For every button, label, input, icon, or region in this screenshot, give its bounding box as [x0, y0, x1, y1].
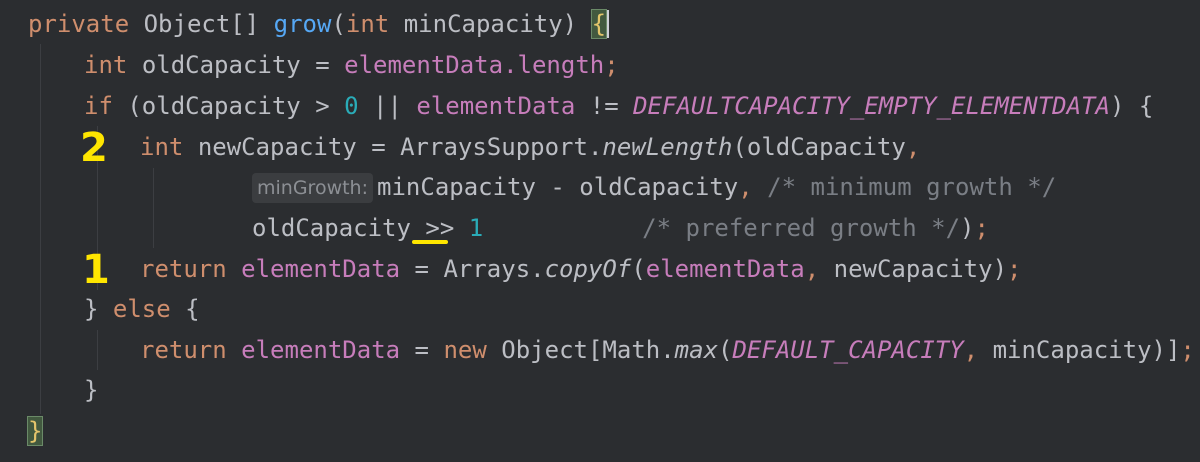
- keyword: private: [28, 10, 130, 38]
- arguments: (oldCapacity: [732, 133, 906, 161]
- keyword: return: [140, 255, 227, 283]
- code-line-1: private Object[] grow(int minCapacity) {: [28, 4, 610, 44]
- semicolon: ;: [1180, 336, 1195, 364]
- code-line-6: oldCapacity >> 1 /* preferred growth */)…: [252, 208, 989, 248]
- variable: oldCapacity: [141, 51, 301, 79]
- parameter: minCapacity: [403, 10, 563, 38]
- annotation-mark-1: 1: [82, 247, 110, 293]
- comma: ,: [738, 173, 753, 201]
- punctuation: (: [718, 336, 733, 364]
- field: elementData: [344, 51, 504, 79]
- keyword: else: [112, 295, 171, 323]
- number-literal: 0: [344, 92, 359, 120]
- punctuation: (: [631, 255, 646, 283]
- indent-guide: [40, 44, 41, 414]
- comma: ,: [804, 255, 820, 283]
- statement: newCapacity = ArraysSupport.: [197, 133, 603, 161]
- code-line-2: int oldCapacity = elementData.length;: [84, 45, 619, 85]
- semicolon: ;: [1007, 255, 1022, 283]
- closing-brace: }: [84, 295, 113, 323]
- arguments: minCapacity)]: [978, 336, 1181, 364]
- punctuation: (: [331, 10, 346, 38]
- keyword: int: [84, 51, 128, 79]
- field: elementData: [645, 255, 805, 283]
- keyword: if: [84, 92, 113, 120]
- code-editor[interactable]: private Object[] grow(int minCapacity) {…: [0, 0, 1200, 462]
- expression: minCapacity - oldCapacity: [377, 173, 739, 201]
- operator: =: [400, 336, 444, 364]
- parameter-hint: minGrowth:: [252, 173, 374, 203]
- code-line-11: }: [26, 411, 44, 451]
- comma: ,: [963, 336, 979, 364]
- keyword: int: [345, 10, 390, 38]
- arguments: newCapacity): [819, 255, 1008, 283]
- constant: DEFAULTCAPACITY_EMPTY_ELEMENTDATA: [633, 92, 1110, 120]
- operator: ||: [358, 92, 417, 120]
- variable: oldCapacity: [252, 214, 426, 242]
- operator: =: [315, 51, 330, 79]
- statement: = Arrays.: [400, 255, 545, 283]
- opening-brace: {: [170, 295, 200, 323]
- punctuation: ) {: [1109, 92, 1154, 120]
- text-cursor: [607, 10, 610, 38]
- code-line-3: if (oldCapacity > 0 || elementData != DE…: [84, 86, 1153, 126]
- comma: ,: [905, 133, 921, 161]
- keyword: new: [443, 336, 487, 364]
- matched-brace: {: [590, 9, 608, 39]
- type-name: Object[Math.: [486, 336, 675, 364]
- indent-guide: [153, 168, 154, 248]
- code-line-9: return elementData = new Object[Math.max…: [140, 330, 1195, 370]
- punctuation: ): [562, 10, 578, 38]
- field: elementData: [241, 336, 401, 364]
- annotation-mark-2: 2: [80, 125, 108, 171]
- operator: !=: [575, 92, 634, 120]
- indent-guide: [97, 330, 98, 370]
- code-line-7: return elementData = Arrays.copyOf(eleme…: [140, 249, 1021, 289]
- code-line-4: int newCapacity = ArraysSupport.newLengt…: [140, 127, 920, 167]
- method-call: newLength: [602, 133, 733, 161]
- semicolon: ;: [604, 51, 619, 79]
- code-line-8: } else {: [84, 289, 200, 329]
- keyword: return: [140, 336, 227, 364]
- type-name: Object[]: [143, 10, 260, 38]
- constant: DEFAULT_CAPACITY: [732, 336, 964, 364]
- method-name: grow: [273, 10, 332, 38]
- field: elementData: [241, 255, 401, 283]
- comment: /* minimum growth */: [767, 173, 1057, 201]
- method-call: copyOf: [544, 255, 632, 283]
- punctuation: ): [960, 214, 975, 242]
- keyword: int: [140, 133, 184, 161]
- number-literal: 1: [468, 214, 484, 242]
- semicolon: ;: [974, 214, 989, 242]
- code-line-5: minGrowth: minCapacity - oldCapacity, /* …: [252, 167, 1056, 207]
- code-line-10: }: [84, 370, 98, 410]
- comment: /* preferred growth */: [642, 214, 961, 242]
- closing-brace: }: [84, 376, 99, 404]
- shift-operator: >>: [425, 214, 455, 242]
- field: elementData: [416, 92, 576, 120]
- condition: (oldCapacity >: [127, 92, 345, 120]
- matched-brace: }: [26, 416, 44, 446]
- field-access: .length: [503, 51, 605, 79]
- annotation-underline: [412, 240, 448, 244]
- method-call: max: [674, 336, 719, 364]
